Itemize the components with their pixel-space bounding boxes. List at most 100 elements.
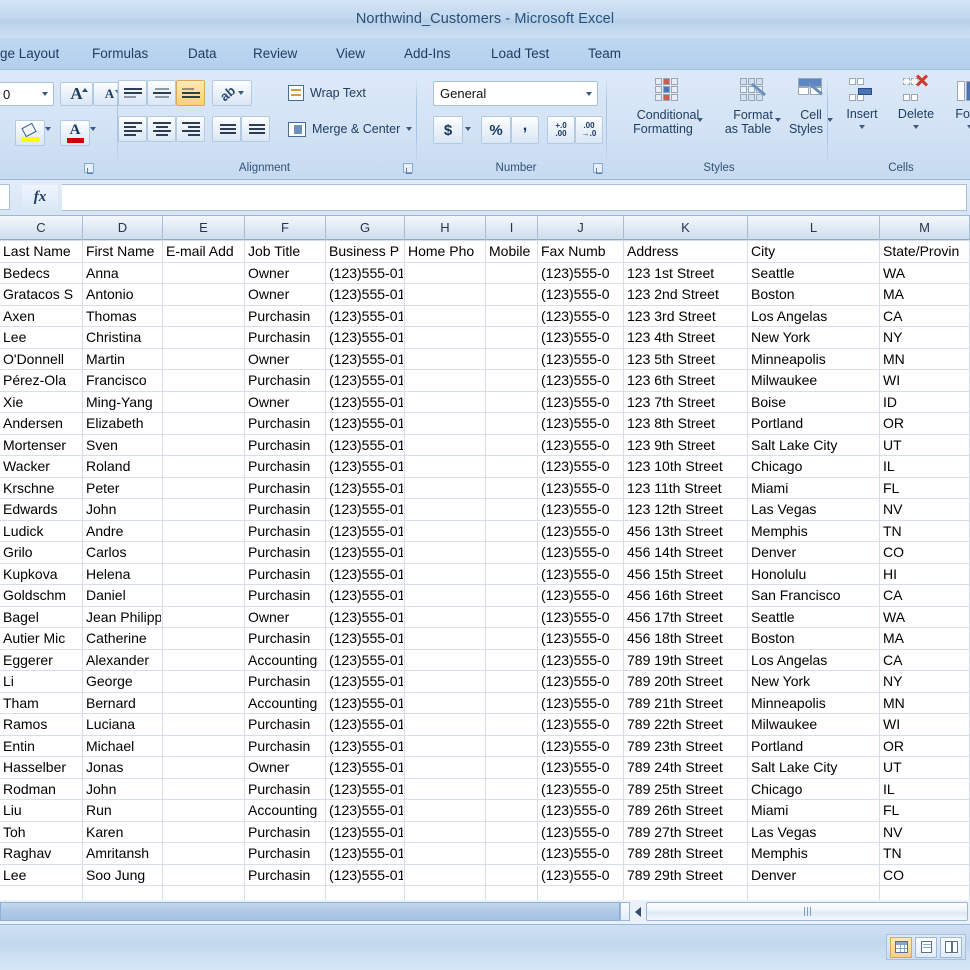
data-cell[interactable]: Li — [0, 671, 81, 692]
horizontal-scrollbar[interactable] — [0, 900, 970, 924]
ribbon-tab-view[interactable]: View — [336, 38, 365, 70]
data-cell[interactable]: (123)555-0100 — [326, 822, 403, 843]
data-cell[interactable]: (123)555-0100 — [326, 349, 403, 370]
data-cell[interactable]: 789 20th Street — [624, 671, 746, 692]
header-cell[interactable]: E-mail Add — [163, 241, 243, 262]
data-cell[interactable]: Owner — [245, 757, 324, 778]
data-cell[interactable]: Purchasin — [245, 585, 324, 606]
alignment-dialog-launcher[interactable] — [403, 163, 413, 173]
data-cell[interactable]: Memphis — [748, 521, 878, 542]
data-cell[interactable]: Purchasin — [245, 542, 324, 563]
data-cell[interactable]: Rodman — [0, 779, 81, 800]
data-cell[interactable]: (123)555-0100 — [326, 671, 403, 692]
data-cell[interactable]: 789 21th Street — [624, 693, 746, 714]
data-cell[interactable]: FL — [880, 800, 968, 821]
data-cell[interactable]: Accounting — [245, 693, 324, 714]
data-cell[interactable]: Carlos — [83, 542, 161, 563]
column-header-M[interactable]: M — [880, 216, 970, 240]
data-cell[interactable]: Liu — [0, 800, 81, 821]
accounting-format-button[interactable]: $ — [433, 116, 463, 144]
ribbon-tab-team[interactable]: Team — [588, 38, 621, 70]
data-cell[interactable]: Purchasin — [245, 456, 324, 477]
data-cell[interactable]: (123)555-0 — [538, 843, 622, 864]
scrollbar-thumb[interactable] — [646, 902, 968, 921]
data-cell[interactable]: Purchasin — [245, 671, 324, 692]
data-cell[interactable]: (123)555-0 — [538, 736, 622, 757]
data-cell[interactable]: (123)555-0 — [538, 413, 622, 434]
data-cell[interactable]: (123)555-0 — [538, 779, 622, 800]
data-cell[interactable]: MA — [880, 284, 968, 305]
data-cell[interactable]: Grilo — [0, 542, 81, 563]
data-cell[interactable]: MA — [880, 628, 968, 649]
data-cell[interactable]: O'Donnell — [0, 349, 81, 370]
data-cell[interactable]: WA — [880, 263, 968, 284]
data-cell[interactable]: John — [83, 499, 161, 520]
data-cell[interactable]: (123)555-0 — [538, 478, 622, 499]
delete-cells-button[interactable]: Delete — [890, 78, 942, 129]
data-cell[interactable]: Ramos — [0, 714, 81, 735]
data-cell[interactable]: Francisco — [83, 370, 161, 391]
name-box[interactable] — [0, 184, 10, 210]
ribbon-tab-formulas[interactable]: Formulas — [92, 38, 148, 70]
data-cell[interactable]: (123)555-0100 — [326, 865, 403, 886]
data-cell[interactable]: 123 7th Street — [624, 392, 746, 413]
data-cell[interactable]: (123)555-0 — [538, 542, 622, 563]
data-cell[interactable]: 789 29th Street — [624, 865, 746, 886]
data-cell[interactable]: Jonas — [83, 757, 161, 778]
data-cell[interactable]: Owner — [245, 284, 324, 305]
data-cell[interactable]: Toh — [0, 822, 81, 843]
data-cell[interactable]: UT — [880, 435, 968, 456]
data-cell[interactable]: 123 4th Street — [624, 327, 746, 348]
data-cell[interactable]: 789 26th Street — [624, 800, 746, 821]
data-cell[interactable]: Purchasin — [245, 521, 324, 542]
data-cell[interactable]: Milwaukee — [748, 370, 878, 391]
data-cell[interactable]: Miami — [748, 478, 878, 499]
data-cell[interactable]: (123)555-0 — [538, 800, 622, 821]
data-cell[interactable]: Gratacos S — [0, 284, 81, 305]
data-cell[interactable]: 123 1st Street — [624, 263, 746, 284]
header-cell[interactable]: Last Name — [0, 241, 81, 262]
data-cell[interactable]: New York — [748, 327, 878, 348]
data-cell[interactable]: Pérez-Ola — [0, 370, 81, 391]
ribbon-tab-add-ins[interactable]: Add-Ins — [404, 38, 451, 70]
data-cell[interactable]: (123)555-0100 — [326, 499, 403, 520]
column-header-G[interactable]: G — [326, 216, 405, 240]
data-cell[interactable]: (123)555-0100 — [326, 456, 403, 477]
scroll-left-arrow-button[interactable] — [630, 902, 646, 921]
data-cell[interactable]: Kupkova — [0, 564, 81, 585]
data-cell[interactable]: Accounting — [245, 650, 324, 671]
data-cell[interactable]: (123)555-0100 — [326, 628, 403, 649]
data-cell[interactable]: (123)555-0100 — [326, 779, 403, 800]
data-cell[interactable]: UT — [880, 757, 968, 778]
data-cell[interactable]: (123)555-0 — [538, 564, 622, 585]
data-cell[interactable]: Salt Lake City — [748, 435, 878, 456]
data-cell[interactable]: CA — [880, 650, 968, 671]
data-cell[interactable]: 789 22th Street — [624, 714, 746, 735]
data-cell[interactable]: Lee — [0, 327, 81, 348]
header-cell[interactable]: Job Title — [245, 241, 324, 262]
data-cell[interactable]: Michael — [83, 736, 161, 757]
data-cell[interactable]: Purchasin — [245, 327, 324, 348]
data-cell[interactable]: Chicago — [748, 779, 878, 800]
data-cell[interactable]: CO — [880, 865, 968, 886]
data-cell[interactable]: (123)555-0100 — [326, 843, 403, 864]
data-cell[interactable]: IL — [880, 779, 968, 800]
data-cell[interactable]: Autier Mic — [0, 628, 81, 649]
data-cell[interactable]: Boise — [748, 392, 878, 413]
data-cell[interactable]: CA — [880, 306, 968, 327]
data-cell[interactable]: WI — [880, 370, 968, 391]
data-cell[interactable]: 789 27th Street — [624, 822, 746, 843]
data-cell[interactable]: MN — [880, 349, 968, 370]
data-cell[interactable]: Salt Lake City — [748, 757, 878, 778]
font-dialog-launcher[interactable] — [84, 163, 94, 173]
wrap-text-button[interactable]: Wrap Text — [288, 82, 366, 104]
data-cell[interactable]: Edwards — [0, 499, 81, 520]
data-cell[interactable]: Luciana — [83, 714, 161, 735]
data-cell[interactable]: (123)555-0100 — [326, 800, 403, 821]
data-cell[interactable]: Purchasin — [245, 306, 324, 327]
data-cell[interactable]: 789 19th Street — [624, 650, 746, 671]
data-cell[interactable]: (123)555-0100 — [326, 607, 403, 628]
data-cell[interactable]: Eggerer — [0, 650, 81, 671]
data-cell[interactable]: (123)555-0 — [538, 628, 622, 649]
data-cell[interactable]: 456 18th Street — [624, 628, 746, 649]
